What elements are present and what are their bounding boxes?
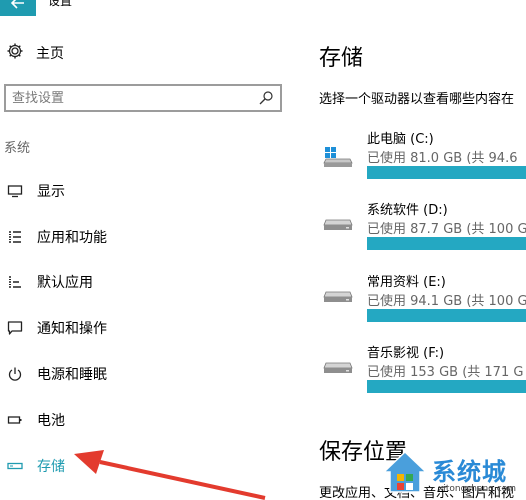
nav-item-storage[interactable]: 存储 <box>6 455 65 477</box>
search-input[interactable] <box>12 88 252 108</box>
drive-name: 系统软件 (D:) <box>367 203 448 218</box>
drive-usage-bar-fill <box>367 166 526 179</box>
nav-item-label: 存储 <box>37 459 65 475</box>
drive-item[interactable]: 此电脑 (C:) 已使用 81.0 GB (共 94.6 <box>322 128 526 182</box>
apps-list-icon <box>6 228 24 246</box>
power-icon <box>6 365 24 383</box>
drive-usage-bar <box>367 237 526 250</box>
settings-window: 设置 主页 系统 显示 <box>0 0 526 500</box>
drive-name: 常用资料 (E:) <box>367 275 446 290</box>
drive-icon <box>322 217 354 237</box>
drive-usage: 已使用 94.1 GB (共 100 G <box>367 294 526 309</box>
back-arrow-icon <box>10 0 25 13</box>
drive-usage: 已使用 87.7 GB (共 100 G <box>367 222 526 237</box>
search-box[interactable] <box>4 84 282 112</box>
nav-item-label: 电池 <box>37 413 65 429</box>
nav-home-label: 主页 <box>36 46 64 62</box>
drive-usage-bar-fill <box>367 237 526 250</box>
nav-item-label: 应用和功能 <box>37 230 107 246</box>
nav-item-label: 通知和操作 <box>37 321 107 337</box>
drive-icon <box>322 360 354 380</box>
nav-section-label: 系统 <box>4 141 31 156</box>
save-location-title: 保存位置 <box>319 440 408 465</box>
drive-item[interactable]: 常用资料 (E:) 已使用 94.1 GB (共 100 G <box>322 271 526 325</box>
storage-icon <box>6 457 24 475</box>
nav-item-display[interactable]: 显示 <box>6 180 65 202</box>
drive-usage-bar-fill <box>367 309 526 322</box>
drive-name: 音乐影视 (F:) <box>367 346 445 361</box>
back-button[interactable] <box>0 0 36 16</box>
page-title: 存储 <box>319 46 364 71</box>
nav-item-default-apps[interactable]: 默认应用 <box>6 271 93 293</box>
drive-usage-bar <box>367 166 526 179</box>
monitor-icon <box>6 182 24 200</box>
red-arrow-annotation <box>74 450 266 500</box>
search-icon[interactable] <box>258 90 274 110</box>
page-description: 选择一个驱动器以查看哪些内容在 <box>319 92 515 107</box>
nav-item-power[interactable]: 电源和睡眠 <box>6 363 107 385</box>
drive-usage: 已使用 153 GB (共 171 G <box>367 365 524 380</box>
nav-item-apps[interactable]: 应用和功能 <box>6 226 107 248</box>
drive-item[interactable]: 音乐影视 (F:) 已使用 153 GB (共 171 G <box>322 342 526 396</box>
drive-usage: 已使用 81.0 GB (共 94.6 <box>367 151 518 166</box>
default-apps-icon <box>6 273 24 291</box>
nav-item-label: 电源和睡眠 <box>37 367 107 383</box>
nav-item-label: 显示 <box>37 184 65 200</box>
battery-icon <box>6 411 24 429</box>
nav-home[interactable]: 主页 <box>6 42 64 64</box>
window-title: 设置 <box>48 0 73 8</box>
nav-item-notifications[interactable]: 通知和操作 <box>6 317 107 339</box>
system-drive-icon <box>322 146 354 172</box>
drive-usage-bar <box>367 309 526 322</box>
drive-name: 此电脑 (C:) <box>367 132 434 147</box>
nav-item-label: 默认应用 <box>37 275 93 291</box>
gear-icon <box>6 42 24 64</box>
drive-usage-bar <box>367 380 526 393</box>
save-location-description: 更改应用、文档、音乐、图片和视 <box>319 486 515 500</box>
drive-usage-bar-fill <box>367 380 526 393</box>
drive-item[interactable]: 系统软件 (D:) 已使用 87.7 GB (共 100 G <box>322 199 526 253</box>
drive-icon <box>322 289 354 309</box>
nav-item-battery[interactable]: 电池 <box>6 409 65 431</box>
notification-icon <box>6 319 24 337</box>
